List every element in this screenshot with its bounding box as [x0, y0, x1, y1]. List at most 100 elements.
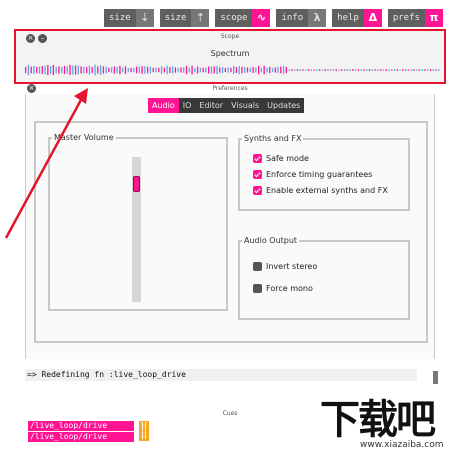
waveform-bar: [133, 67, 135, 73]
master-volume-thumb[interactable]: [133, 176, 140, 192]
waveform-bar: [416, 69, 418, 71]
size-down-button[interactable]: size ⇣: [104, 9, 154, 27]
waveform-bar: [432, 69, 434, 71]
force-mono-checkbox[interactable]: Force mono: [253, 284, 313, 293]
waveform-bar: [307, 69, 310, 71]
prefs-button[interactable]: prefs π: [387, 9, 443, 27]
waveform-bar: [174, 67, 177, 73]
waveform-bar: [316, 69, 318, 71]
waveform-bar: [102, 66, 104, 74]
scope-button[interactable]: scope ∿: [215, 9, 271, 27]
prefs-label: prefs: [387, 9, 425, 27]
waveform-bar: [399, 69, 401, 71]
waveform-bar: [108, 67, 110, 73]
waveform-bar: [91, 66, 93, 74]
checkbox-checked-icon[interactable]: [253, 154, 262, 163]
waveform-bar: [249, 67, 251, 73]
prefs-tabs: Audio IO Editor Visuals Updates: [148, 98, 305, 113]
waveform-bar: [66, 66, 68, 74]
size-up-label: size: [159, 9, 192, 27]
safe-mode-checkbox[interactable]: Safe mode: [253, 154, 309, 163]
tab-visuals[interactable]: Visuals: [227, 98, 264, 113]
waveform-icon: ∿: [252, 9, 271, 27]
waveform-bar: [105, 66, 107, 74]
checkbox-unchecked-icon[interactable]: [253, 284, 262, 293]
tab-io[interactable]: IO: [178, 98, 196, 113]
waveform-bar: [413, 69, 415, 71]
audio-settings-box: Master Volume Synths and FX Safe mode En…: [34, 121, 428, 343]
arrow-up-icon: ⇡: [191, 9, 210, 27]
waveform-bar: [58, 66, 60, 74]
waveform-bar: [438, 69, 440, 71]
checkbox-checked-icon[interactable]: [253, 170, 262, 179]
waveform-bar: [407, 69, 410, 71]
waveform-bar: [346, 69, 349, 71]
delta-icon: Δ: [363, 9, 382, 27]
waveform-bar: [183, 67, 185, 73]
spectrum-waveform: [25, 64, 440, 76]
waveform-bar: [410, 69, 412, 71]
waveform-bar: [149, 66, 152, 74]
waveform-bar: [374, 69, 376, 71]
waveform-bar: [266, 67, 268, 73]
waveform-bar: [291, 69, 293, 71]
audio-output-label: Audio Output: [242, 236, 300, 245]
external-synths-checkbox[interactable]: Enable external synths and FX: [253, 186, 388, 195]
tab-audio[interactable]: Audio: [148, 98, 179, 113]
checkbox-unchecked-icon[interactable]: [253, 262, 262, 271]
waveform-bar: [418, 69, 421, 71]
timing-guarantees-checkbox[interactable]: Enforce timing guarantees: [253, 170, 372, 179]
spectrum-label: Spectrum: [210, 49, 250, 58]
waveform-bar: [38, 66, 41, 74]
checkbox-checked-icon[interactable]: [253, 186, 262, 195]
external-synths-label: Enable external synths and FX: [266, 186, 388, 195]
waveform-bar: [355, 69, 357, 71]
waveform-bar: [241, 66, 243, 74]
waveform-bar: [158, 67, 160, 73]
waveform-bar: [246, 67, 249, 73]
prefs-title: Preferences: [212, 85, 248, 92]
waveform-bar: [138, 66, 141, 74]
tab-editor[interactable]: Editor: [195, 98, 228, 113]
lambda-icon: λ: [308, 9, 327, 27]
waveform-bar: [371, 69, 373, 71]
waveform-bar: [74, 65, 77, 75]
waveform-bar: [30, 66, 32, 74]
master-volume-slider[interactable]: [132, 157, 141, 302]
waveform-bar: [332, 69, 335, 71]
scope-label: scope: [215, 9, 253, 27]
waveform-bar: [427, 69, 429, 71]
invert-stereo-checkbox[interactable]: Invert stereo: [253, 262, 317, 271]
waveform-bar: [280, 66, 282, 74]
waveform-bar: [252, 66, 254, 74]
waveform-bar: [177, 67, 179, 73]
waveform-bar: [135, 66, 138, 74]
info-button[interactable]: info λ: [276, 9, 327, 27]
size-up-button[interactable]: size ⇡: [159, 9, 210, 27]
watermark-site: www.xiazaiba.com: [360, 440, 444, 450]
scrollbar-handle[interactable]: [433, 371, 438, 384]
waveform-bar: [144, 66, 146, 74]
waveform-bar: [205, 67, 207, 73]
waveform-bar: [299, 69, 301, 71]
waveform-bar: [421, 69, 423, 71]
cue-item: /live_loop/drive: [28, 432, 134, 442]
waveform-bar: [169, 67, 171, 73]
waveform-bar: [404, 69, 407, 71]
waveform-bar: [171, 66, 174, 74]
waveform-bar: [130, 67, 132, 73]
waveform-bar: [160, 66, 163, 74]
help-button[interactable]: help Δ: [332, 9, 382, 27]
waveform-bar: [257, 65, 260, 75]
waveform-bar: [141, 66, 143, 74]
waveform-bar: [83, 66, 85, 74]
waveform-bar: [213, 66, 215, 74]
tab-updates[interactable]: Updates: [263, 98, 305, 113]
master-volume-group: Master Volume: [48, 133, 228, 311]
waveform-bar: [296, 69, 299, 71]
waveform-bar: [294, 69, 296, 71]
waveform-bar: [310, 69, 312, 71]
pause-icon: [139, 421, 149, 441]
waveform-bar: [277, 66, 279, 74]
waveform-bar: [244, 66, 246, 74]
